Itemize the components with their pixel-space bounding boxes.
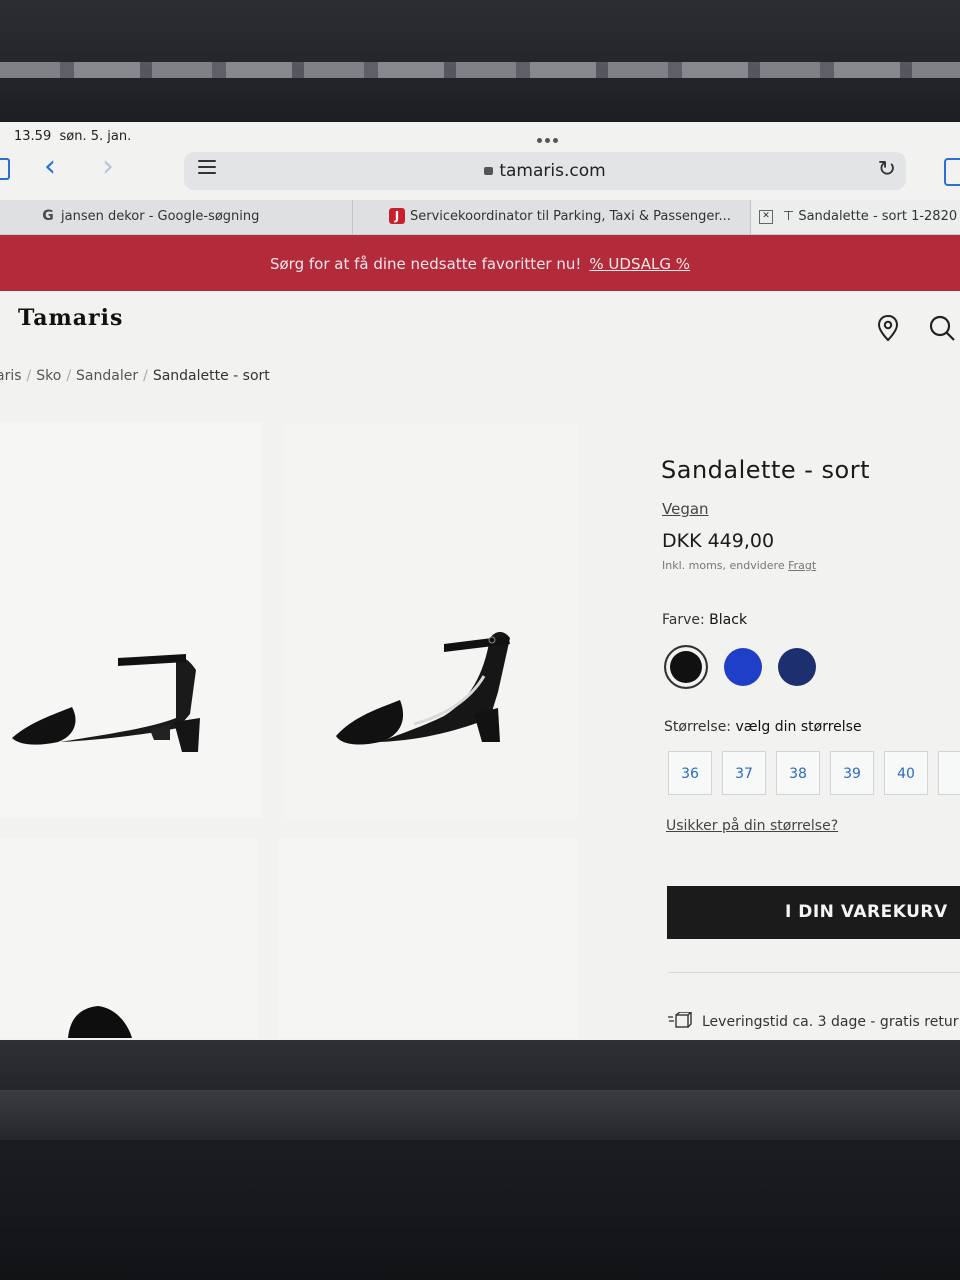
sandal-image: [336, 632, 510, 745]
status-date: søn. 5. jan.: [59, 129, 132, 144]
shipping-link[interactable]: Fragt: [788, 559, 816, 572]
tab-label: Sandalette - sort 1-2820: [798, 209, 958, 224]
breadcrumb: aris / Sko / Sandaler / Sandalette - sort: [0, 368, 270, 384]
promo-text: Sørg for at få dine nedsatte favoritter …: [269, 255, 582, 273]
breadcrumb-current: Sandalette - sort: [152, 368, 270, 384]
status-bar: 13.59 søn. 5. jan.: [0, 126, 960, 148]
product-price: DKK 449,00: [662, 530, 775, 552]
search-icon[interactable]: [928, 314, 956, 342]
size-option-partial[interactable]: [938, 751, 960, 795]
tab-tamaris-product[interactable]: ✕ ⊤ Sandalette - sort 1-2820: [750, 200, 960, 234]
delivery-info: Leveringstid ca. 3 dage - gratis retur: [668, 1012, 958, 1030]
color-label: Farve: Black: [662, 612, 748, 628]
forward-icon[interactable]: ›: [102, 152, 114, 182]
promo-banner: Sørg for at få dine nedsatte favoritter …: [0, 235, 960, 291]
color-swatch-blue[interactable]: [724, 648, 762, 686]
product-title: Sandalette - sort: [661, 456, 870, 484]
tab-overview-icon[interactable]: [944, 158, 960, 186]
tamaris-favicon-icon: ⊤: [783, 209, 795, 224]
tab-bar: Gjansen dekor - Google-søgning J Servicek…: [0, 200, 960, 235]
size-option-38[interactable]: 38: [776, 751, 820, 795]
multitasking-dots-icon[interactable]: [537, 132, 563, 143]
sale-link[interactable]: % UDSALG %: [589, 255, 690, 273]
vegan-tag-link[interactable]: Vegan: [662, 500, 709, 518]
address-bar[interactable]: tamaris.com ↻: [184, 152, 906, 190]
tamaris-logo[interactable]: Tamaris: [18, 305, 123, 331]
color-swatch-navy[interactable]: [778, 648, 816, 686]
size-option-36[interactable]: 36: [668, 751, 712, 795]
sandal-image: [68, 1006, 132, 1038]
color-swatch-black[interactable]: [664, 645, 708, 689]
delivery-box-icon: [668, 1012, 692, 1028]
size-prompt: vælg din størrelse: [735, 719, 862, 735]
tab-label: jansen dekor - Google-søgning: [61, 209, 260, 224]
selected-color: Black: [709, 612, 748, 628]
tab-label: Servicekoordinator til Parking, Taxi & P…: [410, 209, 731, 224]
back-icon[interactable]: ‹: [44, 152, 56, 182]
product-image-detail[interactable]: [278, 838, 578, 1038]
jobindex-favicon-icon: J: [389, 207, 405, 224]
product-image-back[interactable]: [0, 838, 258, 1038]
device-bezel-bottom: [0, 1040, 960, 1280]
sidebar-toggle-icon[interactable]: [0, 158, 10, 180]
add-to-cart-button[interactable]: I DIN VAREKURV: [667, 886, 960, 939]
breadcrumb-shoes[interactable]: Sko: [36, 368, 61, 384]
device-bezel-ridge: [0, 1090, 960, 1140]
breadcrumb-sandals[interactable]: Sandaler: [76, 368, 138, 384]
tab-job-posting[interactable]: J Servicekoordinator til Parking, Taxi & …: [352, 200, 750, 234]
size-option-39[interactable]: 39: [830, 751, 874, 795]
breadcrumb-home[interactable]: aris: [0, 368, 22, 384]
size-guide-link[interactable]: Usikker på din størrelse?: [666, 818, 838, 834]
tax-note: Inkl. moms, endvidere Fragt: [662, 559, 817, 572]
url-text: tamaris.com: [499, 161, 606, 181]
device-bezel-reflection: [0, 62, 960, 78]
product-image-side[interactable]: [0, 422, 262, 818]
size-option-37[interactable]: 37: [722, 751, 766, 795]
status-time: 13.59: [14, 129, 52, 144]
sandal-image: [12, 654, 200, 752]
tablet-screen: 13.59 søn. 5. jan. ‹ › tamaris.com ↻ Gja…: [0, 122, 960, 1040]
divider: [668, 972, 960, 973]
product-image-angle[interactable]: [284, 424, 578, 818]
size-option-40[interactable]: 40: [884, 751, 928, 795]
google-favicon-icon: G: [42, 207, 54, 224]
tab-google-search[interactable]: Gjansen dekor - Google-søgning: [0, 200, 352, 234]
reload-icon[interactable]: ↻: [878, 157, 896, 182]
lock-icon: [484, 167, 494, 175]
size-label: Størrelse: vælg din størrelse: [664, 719, 862, 735]
store-locator-icon[interactable]: [876, 314, 900, 342]
close-tab-icon[interactable]: ✕: [759, 209, 773, 224]
